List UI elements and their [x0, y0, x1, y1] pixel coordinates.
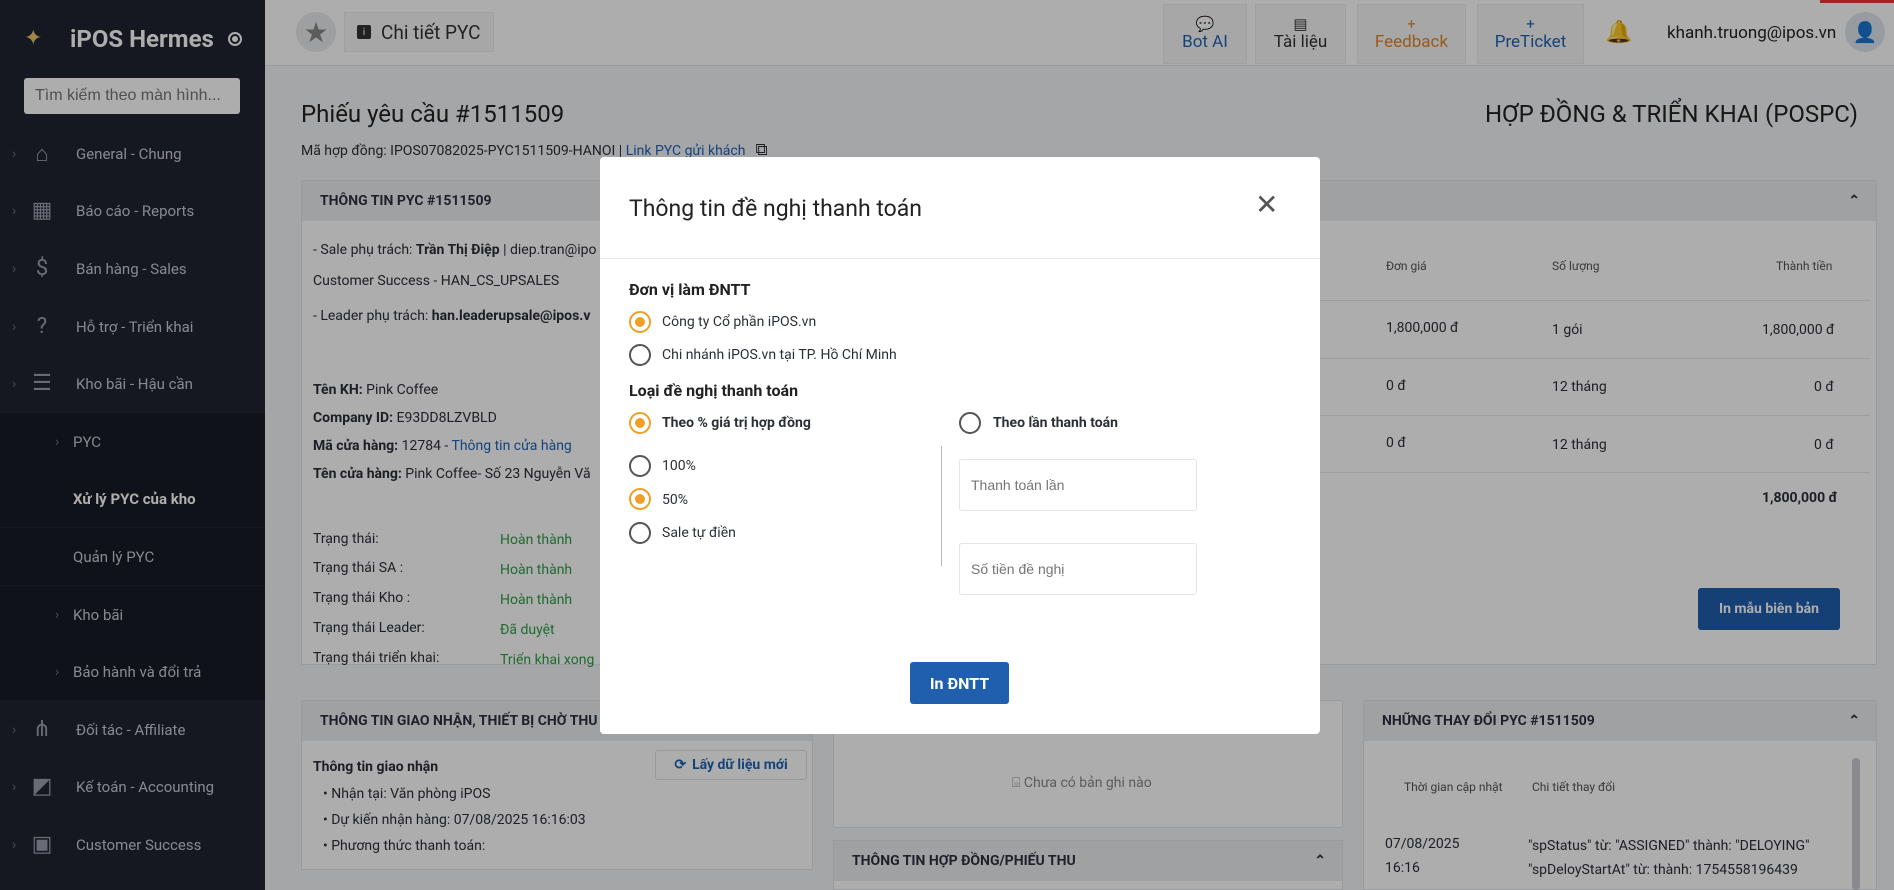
payment-request-modal: Thông tin đề nghị thanh toán ✕ Đơn vị là… — [600, 157, 1320, 734]
unit-option-1-label: Công ty Cổ phần iPOS.vn — [662, 314, 817, 330]
amount-input[interactable] — [959, 543, 1197, 595]
modal-backdrop[interactable] — [265, 0, 1894, 66]
unit-option-2-label: Chi nhánh iPOS.vn tại TP. Hồ Chí Minh — [662, 347, 897, 363]
unit-option-2-radio[interactable] — [629, 344, 651, 366]
unit-option-1-radio[interactable] — [629, 311, 651, 333]
modal-backdrop[interactable] — [0, 0, 265, 890]
installment-input[interactable] — [959, 459, 1197, 511]
percent-custom-radio[interactable] — [629, 522, 651, 544]
modal-title: Thông tin đề nghị thanh toán — [629, 195, 922, 222]
percent-50-label: 50% — [662, 492, 688, 508]
close-icon[interactable]: ✕ — [1255, 191, 1278, 219]
percent-100-label: 100% — [662, 458, 696, 474]
type-installment-radio[interactable] — [959, 412, 981, 434]
divider — [941, 446, 942, 566]
percent-50-radio[interactable] — [629, 488, 651, 510]
percent-100-radio[interactable] — [629, 455, 651, 477]
type-percent-label: Theo % giá trị hợp đồng — [662, 415, 811, 431]
type-label: Loại đề nghị thanh toán — [629, 381, 799, 400]
print-payment-button[interactable]: In ĐNTT — [910, 662, 1009, 704]
type-percent-radio[interactable] — [629, 412, 651, 434]
unit-label: Đơn vị làm ĐNTT — [629, 280, 751, 299]
type-installment-label: Theo lần thanh toán — [993, 415, 1119, 431]
percent-custom-label: Sale tự điền — [662, 525, 736, 541]
